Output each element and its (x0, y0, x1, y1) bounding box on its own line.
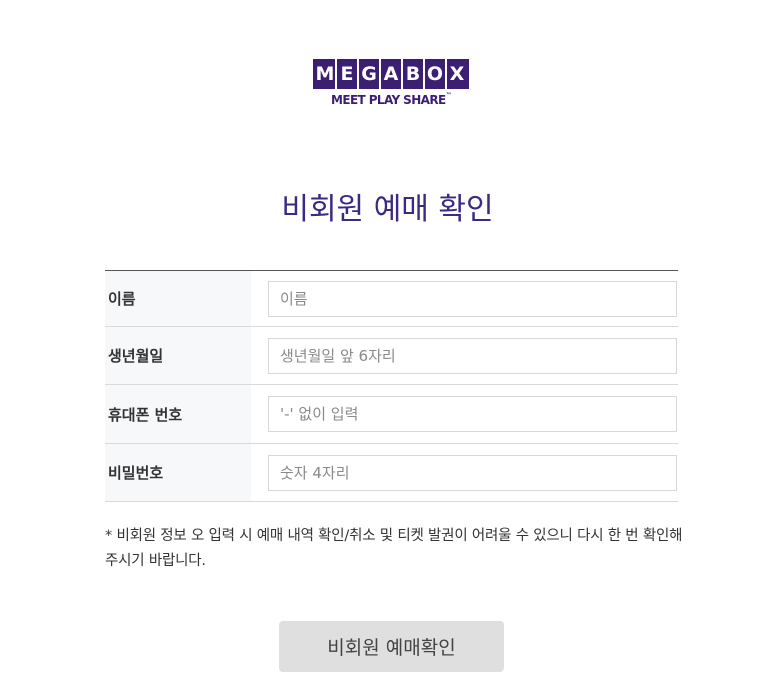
logo-wordmark: M E G A B O X (313, 59, 469, 89)
logo-letter: B (403, 59, 425, 89)
logo-letter: O (425, 59, 447, 89)
password-field-cell (251, 444, 678, 501)
birthdate-label: 생년월일 (105, 327, 251, 384)
name-input[interactable] (268, 280, 677, 317)
notice-text: * 비회원 정보 오 입력 시 예매 내역 확인/취소 및 티켓 발권이 어려울… (105, 528, 683, 569)
logo-letter: A (381, 59, 403, 89)
megabox-logo[interactable]: M E G A B O X MEET PLAY SHARE™ (313, 59, 469, 107)
name-field-cell (251, 271, 678, 326)
logo-letter: G (359, 59, 381, 89)
trademark-symbol: ™ (445, 92, 452, 99)
logo-letter: M (315, 59, 337, 89)
logo-letter: E (337, 59, 359, 89)
birthdate-field-cell (251, 327, 678, 384)
name-label: 이름 (105, 271, 251, 326)
form-row-phone: 휴대폰 번호 (105, 385, 678, 444)
phone-input[interactable] (268, 396, 677, 432)
logo-tagline: MEET PLAY SHARE™ (313, 92, 469, 107)
form-row-password: 비밀번호 (105, 444, 678, 502)
confirm-booking-button[interactable]: 비회원 예매확인 (279, 621, 504, 672)
password-input[interactable] (268, 454, 677, 491)
form-row-birthdate: 생년월일 (105, 327, 678, 385)
logo-letter: X (449, 63, 465, 85)
phone-field-cell (251, 385, 678, 443)
form-row-name: 이름 (105, 271, 678, 327)
non-member-booking-form: 이름 생년월일 휴대폰 번호 비밀번호 (105, 270, 678, 502)
page-title: 비회원 예매 확인 (281, 192, 494, 227)
logo-tagline-text: MEET PLAY SHARE (331, 93, 446, 107)
phone-label: 휴대폰 번호 (105, 385, 251, 443)
password-label: 비밀번호 (105, 444, 251, 501)
birthdate-input[interactable] (268, 337, 677, 374)
